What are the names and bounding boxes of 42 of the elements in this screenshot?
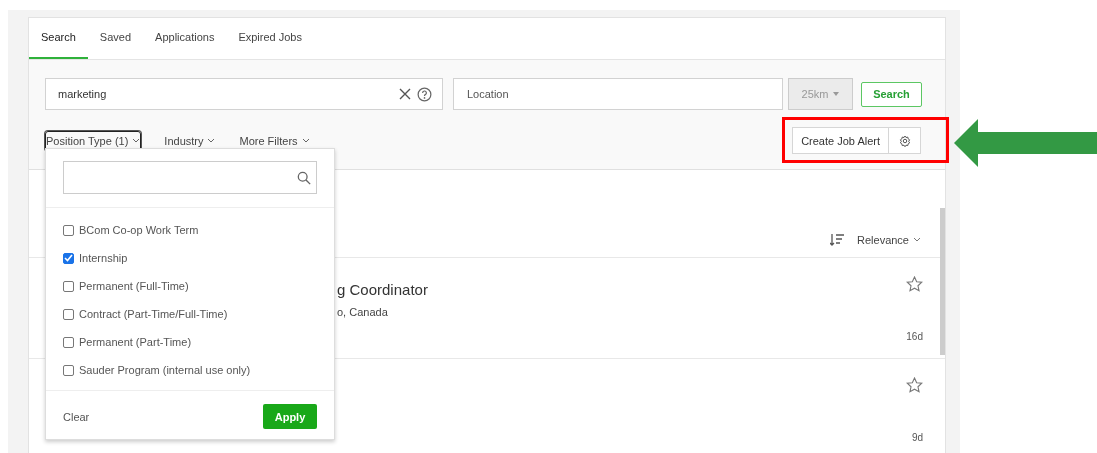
- tab[interactable]: Applications: [143, 18, 227, 59]
- tab[interactable]: Expired Jobs: [226, 18, 314, 59]
- checkbox[interactable]: [63, 280, 74, 292]
- checkbox[interactable]: [63, 224, 74, 236]
- star-icon[interactable]: [906, 276, 923, 292]
- filter-dropdown[interactable]: Position Type (1): [45, 130, 142, 151]
- checkbox[interactable]: [63, 252, 74, 264]
- close-icon[interactable]: [399, 88, 411, 100]
- option-label[interactable]: Contract (Part-Time/Full-Time): [79, 308, 228, 320]
- filter-search-field[interactable]: [63, 161, 317, 194]
- job-location: o, Canada: [337, 306, 389, 318]
- checkbox[interactable]: [63, 308, 74, 320]
- help-icon[interactable]: [417, 86, 432, 102]
- option-label[interactable]: Sauder Program (internal use only): [79, 364, 251, 376]
- filter-dropdown[interactable]: Industry: [163, 130, 217, 151]
- settings-icon: [898, 134, 911, 147]
- filter-dropdown[interactable]: More Filters: [238, 130, 311, 151]
- chevron-icon: [913, 237, 921, 242]
- keyword-field[interactable]: marketing: [45, 78, 443, 110]
- option-label[interactable]: Permanent (Part-Time): [79, 336, 192, 348]
- create-job-alert-button[interactable]: Create Job Alert: [792, 127, 889, 154]
- arrow-icon: [954, 119, 1097, 167]
- sort-icon[interactable]: [830, 233, 844, 246]
- clear-button[interactable]: Clear: [63, 410, 90, 423]
- search-icon: [297, 170, 311, 185]
- chevron-icon: [301, 138, 310, 143]
- settings-button[interactable]: [889, 127, 921, 154]
- location-field[interactable]: Location: [453, 78, 783, 110]
- scrollbar[interactable]: [940, 208, 945, 355]
- chevron-icon: [207, 138, 216, 143]
- posted-age: 16d: [906, 331, 923, 342]
- sort-dropdown[interactable]: Relevance: [857, 233, 921, 246]
- chevron-icon: [132, 138, 141, 143]
- star-icon[interactable]: [906, 377, 923, 393]
- checkbox[interactable]: [63, 336, 74, 348]
- option-label[interactable]: BCom Co-op Work Term: [79, 224, 199, 236]
- option-label[interactable]: Permanent (Full-Time): [79, 280, 189, 292]
- posted-age: 9d: [911, 432, 923, 443]
- tab[interactable]: Saved: [87, 18, 144, 59]
- option-label[interactable]: Internship: [79, 252, 128, 264]
- checkbox[interactable]: [63, 364, 74, 376]
- job-title[interactable]: g Coordinator: [337, 281, 428, 298]
